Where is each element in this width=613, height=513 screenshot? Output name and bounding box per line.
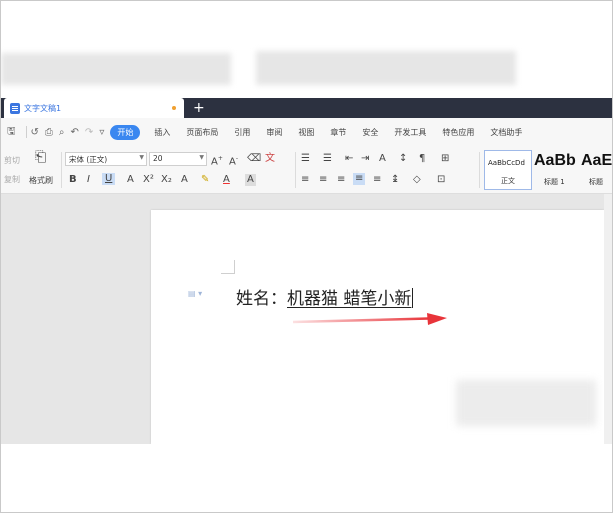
format-painter-button[interactable]: 格式刷 (29, 175, 53, 186)
save-icon[interactable]: 🖫 (7, 124, 16, 141)
superscript-icon[interactable]: X² (143, 174, 154, 186)
style-heading-2[interactable]: AaE 标题 (581, 150, 613, 190)
undo-icon[interactable]: ↶ (71, 127, 79, 138)
clear-format-icon[interactable]: ⌫ (247, 153, 261, 165)
menu-page-layout[interactable]: 页面布局 (186, 127, 218, 138)
style-heading-2-name: 标题 (589, 178, 603, 186)
character-shading-icon[interactable]: A (245, 174, 256, 186)
document-tab-label: 文字文稿1 (24, 103, 62, 113)
menu-view[interactable]: 视图 (298, 127, 314, 138)
menu-special[interactable]: 特色应用 (442, 127, 474, 138)
name-value: 机器猫 蜡笔小新 (287, 289, 412, 309)
document-icon (10, 102, 20, 114)
blurred-region (1, 41, 612, 97)
phonetic-guide-icon[interactable]: 文 (265, 153, 275, 165)
menu-insert[interactable]: 插入 (154, 127, 170, 138)
copy-button[interactable]: 复制 (4, 174, 20, 185)
screenshot-frame: 文字文稿1 + 🖫 ↺ ⎙ ⌕ ↶ ↷ ▿ 开始 插入 页面布局 引用 审阅 视… (0, 0, 613, 513)
shading-icon[interactable]: ◇ (413, 174, 421, 186)
font-name-select[interactable]: 宋体 (正文) ▼ (65, 152, 147, 166)
align-center-icon[interactable]: ≡ (319, 174, 327, 186)
align-right-icon[interactable]: ≡ (337, 174, 345, 186)
show-marks-icon[interactable]: ¶ (419, 153, 425, 165)
bullet-list-icon[interactable]: ☰ (301, 153, 310, 165)
decrease-indent-icon[interactable]: ⇤ (345, 153, 353, 165)
redo-icon[interactable]: ↷ (85, 127, 93, 138)
numbered-list-icon[interactable]: ☰ (323, 153, 332, 165)
menu-review[interactable]: 审阅 (266, 127, 282, 138)
sort-icon[interactable]: ↕ (399, 153, 407, 165)
new-tab-icon[interactable]: + (193, 99, 205, 117)
subscript-icon[interactable]: X₂ (161, 174, 172, 186)
unsaved-indicator-icon (172, 106, 176, 110)
menu-chapter[interactable]: 章节 (330, 127, 346, 138)
menu-doc-assistant[interactable]: 文档助手 (490, 127, 522, 138)
style-normal[interactable]: AaBbCcDd 正文 (484, 150, 532, 190)
italic-icon[interactable]: I (87, 174, 90, 186)
style-heading-2-preview: AaE (581, 152, 613, 169)
undo-history-icon[interactable]: ↺ (31, 127, 39, 138)
name-label: 姓名： (236, 289, 287, 309)
font-color-icon[interactable]: A (223, 174, 230, 186)
chinese-layout-icon[interactable]: A (379, 153, 386, 165)
text-effect-icon[interactable]: A (181, 174, 188, 186)
line-spacing-icon[interactable]: ↨ (391, 174, 399, 186)
table-icon[interactable]: ⊞ (441, 153, 449, 165)
vertical-scrollbar[interactable] (604, 194, 612, 444)
document-workarea: ▤ ▾ 姓名：机器猫 蜡笔小新 (1, 194, 604, 444)
bottom-blank-area (1, 444, 612, 512)
ribbon-toolbar: 剪切 复制 ⎗ 格式刷 宋体 (正文) ▼ 20 ▼ A+ A- ⌫ 文 B I… (1, 146, 613, 194)
title-bar: 文字文稿1 + (1, 98, 612, 118)
cut-button[interactable]: 剪切 (4, 155, 20, 166)
menu-bar: 🖫 ↺ ⎙ ⌕ ↶ ↷ ▿ 开始 插入 页面布局 引用 审阅 视图 章节 安全 … (1, 118, 612, 146)
menu-references[interactable]: 引用 (234, 127, 250, 138)
font-size-value: 20 (153, 154, 163, 163)
justify-icon[interactable]: ≡ (353, 173, 366, 185)
red-arrow-annotation (292, 313, 447, 325)
shrink-font-icon[interactable]: A- (229, 153, 238, 168)
style-heading-1-name: 标题 1 (544, 178, 565, 186)
print-preview-icon[interactable]: ⌕ (59, 127, 65, 138)
print-icon[interactable]: ⎙ (45, 127, 53, 138)
increase-indent-icon[interactable]: ⇥ (361, 153, 369, 165)
menu-home[interactable]: 开始 (110, 124, 141, 140)
underline-icon[interactable]: U (102, 173, 116, 185)
paste-icon[interactable]: ⎗ (35, 150, 46, 164)
customize-icon[interactable]: ▿ (99, 127, 104, 138)
strikethrough-icon[interactable]: A (127, 174, 134, 186)
text-caret (412, 288, 414, 308)
style-normal-preview: AaBbCcDd (488, 159, 525, 167)
document-page[interactable]: ▤ ▾ 姓名：机器猫 蜡笔小新 (151, 210, 604, 444)
border-icon[interactable]: ⊡ (437, 174, 445, 186)
menu-security[interactable]: 安全 (362, 127, 378, 138)
bold-icon[interactable]: B (69, 174, 77, 186)
menu-developer[interactable]: 开发工具 (394, 127, 426, 138)
chevron-down-icon: ▼ (139, 154, 144, 161)
distributed-icon[interactable]: ≡ (373, 174, 381, 186)
chevron-down-icon: ▼ (199, 154, 204, 161)
grow-font-icon[interactable]: A+ (211, 153, 223, 168)
margin-corner-mark (221, 260, 235, 274)
style-normal-name: 正文 (501, 177, 515, 185)
style-heading-1[interactable]: AaBb 标题 1 (534, 150, 580, 190)
font-size-select[interactable]: 20 ▼ (149, 152, 207, 166)
highlight-icon[interactable]: ✎ (201, 174, 209, 186)
paragraph-handle-icon[interactable]: ▤ ▾ (188, 289, 202, 298)
document-text-line[interactable]: 姓名：机器猫 蜡笔小新 (236, 284, 414, 309)
align-left-icon[interactable]: ≡ (301, 174, 309, 186)
font-name-value: 宋体 (正文) (69, 155, 108, 164)
document-tab[interactable]: 文字文稿1 (4, 98, 184, 118)
style-heading-1-preview: AaBb (534, 152, 576, 169)
blurred-region (456, 380, 596, 426)
